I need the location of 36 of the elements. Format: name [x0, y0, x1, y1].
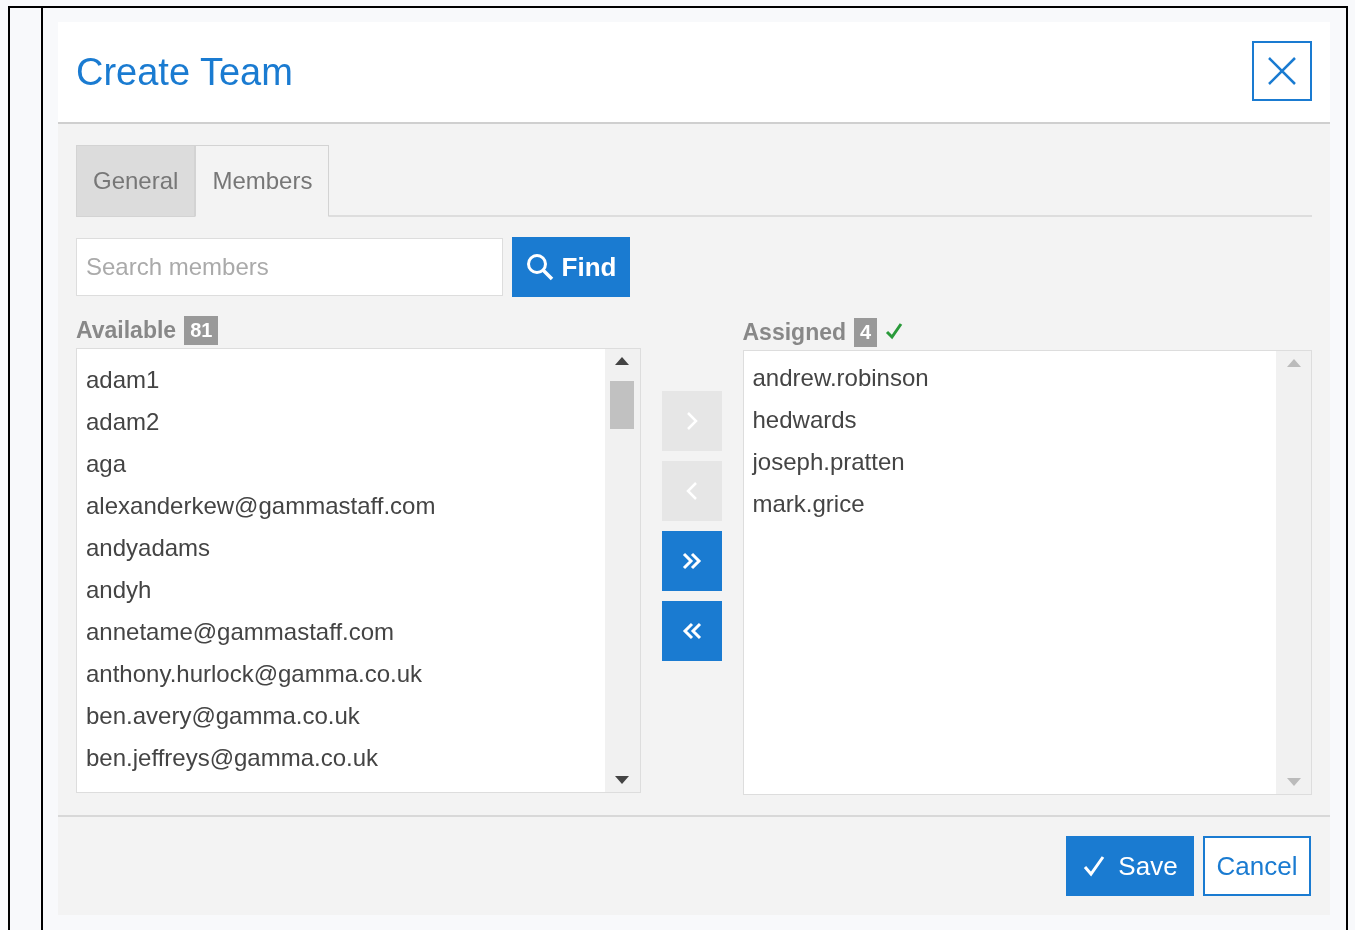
find-button[interactable]: Find: [512, 237, 630, 297]
list-item[interactable]: hedwards: [752, 399, 1267, 441]
assigned-list[interactable]: andrew.robinson hedwards joseph.pratten mark.grice: [742, 350, 1312, 795]
scrollbar[interactable]: [604, 349, 640, 792]
search-icon: [525, 253, 554, 281]
dialog-title: Create Team: [76, 50, 293, 94]
list-item[interactable]: ben.avery@gamma.co.uk: [86, 695, 596, 737]
count-badge: 4: [854, 317, 878, 347]
transfer-button[interactable]: [661, 531, 722, 591]
list-item[interactable]: andyadams: [86, 527, 596, 569]
scroll-up-icon[interactable]: [615, 357, 629, 365]
scroll-down-icon[interactable]: [615, 776, 629, 784]
list-item[interactable]: adam2: [86, 401, 596, 443]
checkmark-icon: [1082, 854, 1107, 878]
close-button[interactable]: [1252, 41, 1312, 101]
save-button[interactable]: Save: [1066, 836, 1194, 896]
list-item[interactable]: andyh: [86, 569, 596, 611]
list-item[interactable]: alexanderkew@gammastaff.com: [86, 485, 596, 527]
list-item[interactable]: annetame@gammastaff.com: [86, 611, 596, 653]
list-item[interactable]: adam1: [86, 359, 596, 401]
list-item[interactable]: joseph.pratten: [752, 441, 1267, 483]
tab[interactable]: Members: [195, 145, 330, 217]
list-item[interactable]: aga: [86, 443, 596, 485]
search-field[interactable]: Search members: [76, 238, 503, 296]
close-icon: [1267, 56, 1297, 86]
list-item[interactable]: andrew.robinson: [752, 357, 1267, 399]
scrollbar-thumb[interactable]: [610, 381, 634, 429]
cancel-button[interactable]: Cancel: [1203, 836, 1311, 896]
list-label: Available: [76, 316, 177, 344]
available-list[interactable]: adam1 adam2 aga alexanderkew@gammastaff.com andyadams andyh annetame@gammastaff.com anthony.hurlock@gamma.co.uk ben.avery@gamma.co.uk ben.jeffreys@gamma.co.uk: [76, 348, 641, 793]
list-item[interactable]: ben.jeffreys@gamma.co.uk: [86, 737, 596, 779]
transfer-button[interactable]: [661, 601, 722, 661]
list-label: Assigned: [742, 318, 847, 346]
list-item[interactable]: anthony.hurlock@gamma.co.uk: [86, 653, 596, 695]
list-item[interactable]: mark.grice: [752, 483, 1267, 525]
count-badge: 81: [184, 315, 219, 345]
